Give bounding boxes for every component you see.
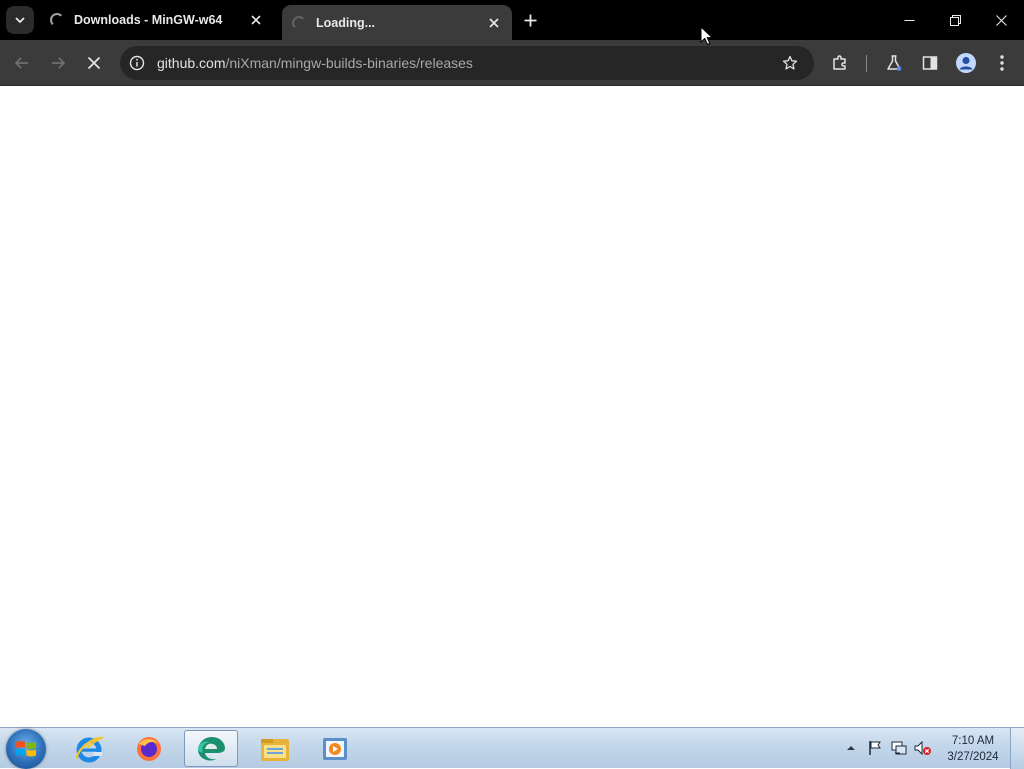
taskbar-media-player[interactable] [308, 730, 362, 767]
show-hidden-icons-button[interactable] [842, 740, 860, 756]
close-icon [489, 17, 499, 28]
mouse-cursor-icon [700, 26, 714, 46]
network-icon [891, 741, 907, 755]
tab-title: Downloads - MinGW-w64 [74, 13, 223, 27]
info-icon [129, 55, 145, 71]
tab-search-button[interactable] [6, 6, 34, 34]
new-tab-button[interactable] [518, 8, 542, 32]
browser-titlebar: Downloads - MinGW-w64 Loading... [0, 0, 1024, 40]
labs-button[interactable] [882, 51, 906, 75]
back-button[interactable] [6, 47, 38, 79]
browser-menu-button[interactable] [990, 51, 1014, 75]
loading-spinner-icon [292, 15, 306, 30]
restore-button[interactable] [932, 0, 978, 40]
back-arrow-icon [14, 57, 28, 69]
side-panel-button[interactable] [918, 51, 942, 75]
firefox-icon [137, 736, 161, 761]
flask-icon [887, 55, 902, 71]
action-center-tray[interactable] [866, 740, 884, 756]
show-desktop-button[interactable] [1010, 728, 1024, 769]
chevron-up-icon [847, 746, 855, 750]
media-player-icon [323, 737, 347, 760]
tab-close-button[interactable] [244, 8, 268, 32]
stop-loading-icon [87, 56, 101, 70]
network-tray[interactable] [890, 740, 908, 756]
address-path: /niXman/mingw-builds-binaries/releases [225, 55, 473, 71]
taskbar-internet-explorer[interactable] [62, 730, 116, 767]
taskbar-firefox[interactable] [122, 730, 176, 767]
clock-time: 7:10 AM [951, 735, 995, 747]
start-button[interactable] [6, 729, 46, 769]
taskbar-file-explorer[interactable] [248, 730, 302, 767]
bookmark-button[interactable] [780, 53, 800, 73]
side-panel-icon [922, 56, 938, 70]
system-clock[interactable]: 7:10 AM 3/27/2024 [940, 733, 1006, 765]
tab-close-button[interactable] [482, 11, 506, 35]
volume-muted-icon [914, 740, 931, 756]
loading-spinner-icon [50, 13, 64, 27]
file-explorer-icon [261, 738, 289, 761]
plus-icon [524, 14, 536, 26]
tab-loading[interactable]: Loading... [282, 5, 512, 40]
volume-tray[interactable] [914, 740, 932, 756]
taskbar-edge[interactable] [184, 730, 238, 767]
address-url[interactable]: github.com/niXman/mingw-builds-binaries/… [157, 55, 473, 71]
puzzle-icon [833, 55, 846, 70]
flag-icon [869, 741, 881, 755]
tab-downloads-mingw[interactable]: Downloads - MinGW-w64 [40, 0, 274, 40]
clock-date: 3/27/2024 [947, 751, 999, 763]
profile-icon [956, 53, 976, 73]
toolbar-divider [866, 55, 867, 72]
edge-chromium-icon [197, 736, 225, 760]
tab-title: Loading... [316, 15, 376, 30]
address-host: github.com [157, 55, 226, 71]
stop-loading-button[interactable] [78, 47, 110, 79]
close-icon [251, 15, 261, 25]
page-content-area[interactable] [0, 87, 1024, 727]
forward-arrow-icon [52, 57, 66, 69]
chevron-down-icon [15, 17, 25, 24]
minimize-button[interactable] [886, 0, 932, 40]
close-icon [995, 14, 1007, 26]
restore-icon [949, 14, 961, 26]
star-icon [782, 55, 798, 70]
minimize-icon [904, 19, 914, 21]
site-info-button[interactable] [127, 53, 147, 73]
forward-button[interactable] [42, 47, 74, 79]
internet-explorer-icon [75, 736, 104, 762]
windows-logo-icon [16, 741, 36, 757]
windows-taskbar: 7:10 AM 3/27/2024 [0, 727, 1024, 769]
profile-button[interactable] [954, 51, 978, 75]
close-window-button[interactable] [978, 0, 1024, 40]
browser-toolbar: github.com/niXman/mingw-builds-binaries/… [0, 40, 1024, 86]
extensions-button[interactable] [828, 51, 852, 75]
more-vertical-icon [1000, 55, 1004, 71]
address-bar[interactable]: github.com/niXman/mingw-builds-binaries/… [120, 46, 814, 80]
